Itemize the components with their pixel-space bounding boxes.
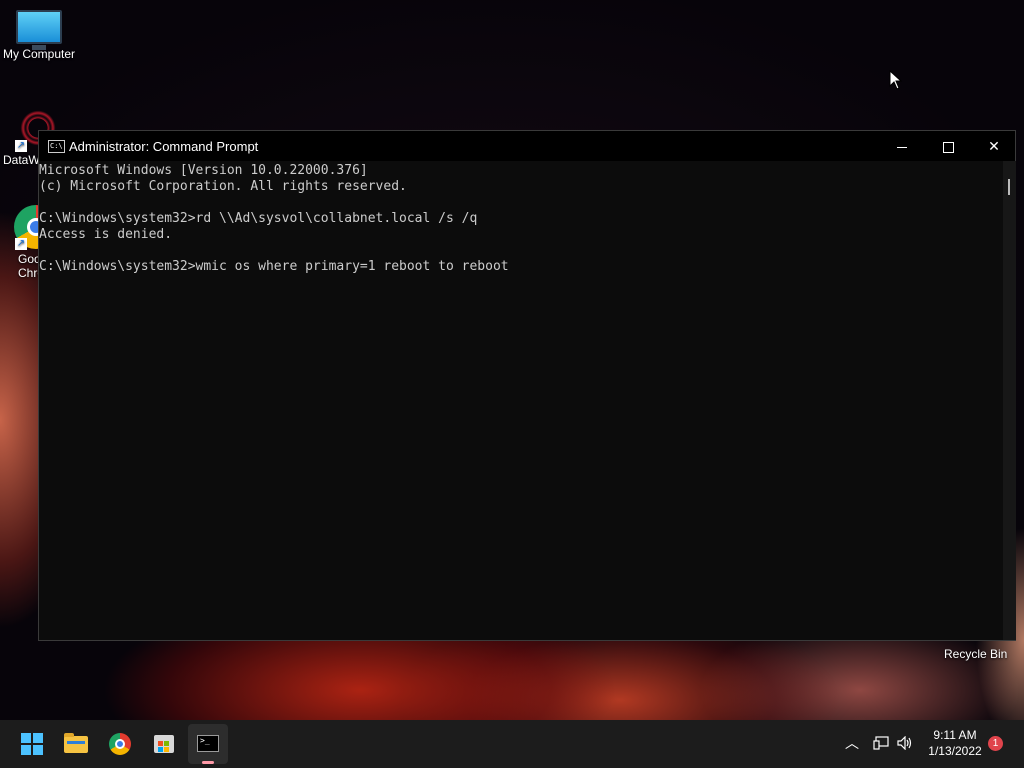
mouse-cursor-icon	[889, 70, 903, 90]
console-input-line[interactable]: C:\Windows\system32>wmic os where primar…	[39, 259, 1003, 275]
command-prompt-icon: >_	[197, 735, 219, 752]
window-title: Administrator: Command Prompt	[69, 139, 259, 154]
command-prompt-icon: C:\	[48, 140, 65, 153]
start-button[interactable]	[12, 724, 52, 764]
notification-badge[interactable]: 1	[988, 736, 1003, 751]
minimize-icon	[897, 146, 907, 148]
console-output[interactable]: Microsoft Windows [Version 10.0.22000.37…	[39, 161, 1003, 642]
folder-icon	[64, 733, 88, 753]
vertical-scrollbar[interactable]	[1003, 161, 1016, 640]
window-titlebar[interactable]: C:\ Administrator: Command Prompt ✕	[39, 131, 1015, 161]
maximize-button[interactable]	[925, 131, 971, 161]
volume-icon[interactable]	[897, 736, 913, 750]
shortcut-arrow-icon: ↗	[15, 238, 27, 250]
console-line: Access is denied.	[39, 227, 173, 242]
console-line: (c) Microsoft Corporation. All rights re…	[39, 179, 407, 194]
show-hidden-icons-chevron-icon[interactable]: ︿	[845, 733, 859, 753]
close-button[interactable]: ✕	[971, 131, 1017, 161]
taskbar: >_	[0, 720, 1024, 768]
computer-icon	[16, 10, 62, 50]
desktop-icon-recycle-bin[interactable]: Recycle Bin	[944, 647, 1007, 661]
taskbar-microsoft-store[interactable]	[144, 724, 184, 764]
minimize-button[interactable]	[879, 131, 925, 161]
windows-logo-icon	[21, 733, 43, 755]
chrome-icon	[109, 733, 131, 755]
clock-date: 1/13/2022	[928, 744, 982, 758]
console-line: Microsoft Windows [Version 10.0.22000.37…	[39, 163, 368, 178]
taskbar-file-explorer[interactable]	[56, 724, 96, 764]
clock-time: 9:11 AM	[933, 728, 977, 742]
maximize-icon	[942, 141, 954, 153]
network-icon[interactable]	[873, 736, 889, 750]
command-prompt-window[interactable]: C:\ Administrator: Command Prompt ✕ Micr…	[38, 130, 1016, 641]
scrollbar-thumb[interactable]	[1008, 179, 1010, 195]
console-line: C:\Windows\system32>rd \\Ad\sysvol\colla…	[39, 211, 478, 226]
taskbar-clock[interactable]: 9:11 AM 1/13/2022	[924, 727, 986, 759]
taskbar-command-prompt[interactable]: >_	[188, 724, 228, 764]
store-icon	[154, 735, 174, 753]
active-app-indicator	[202, 761, 214, 764]
close-icon: ✕	[988, 138, 1000, 154]
taskbar-google-chrome[interactable]	[100, 724, 140, 764]
shortcut-arrow-icon: ↗	[15, 140, 27, 152]
desktop-icon-my-computer[interactable]: My Computer	[0, 10, 78, 61]
